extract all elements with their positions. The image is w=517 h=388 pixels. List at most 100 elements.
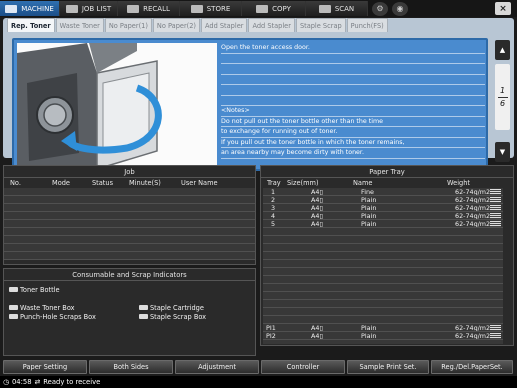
consumables-panel: Consumable and Scrap Indicators Toner Bo… (3, 268, 256, 356)
status-bar: ◷ 04:58 ⇄ Ready to receive (0, 376, 517, 388)
scan-icon (318, 4, 331, 13)
status-message: Ready to receive (43, 378, 101, 386)
guidance-note-heading: <Notes> (221, 106, 485, 117)
status-time: 04:58 (11, 378, 32, 386)
mode-label: RECALL (143, 4, 170, 13)
close-button[interactable]: × (495, 2, 511, 15)
mode-label: JOB LIST (81, 4, 112, 13)
toner-bottle-icon (9, 287, 18, 292)
tab-no-paper-1[interactable]: No Paper(1) (104, 18, 152, 32)
tray-row-empty (263, 300, 503, 308)
page-indicator: 1 6 (495, 64, 510, 130)
guidance-line: to exchange for running out of toner. (221, 127, 485, 138)
bottom-toolbar: Paper Setting Both Sides Adjustment Cont… (0, 360, 517, 374)
tray-row-empty (263, 252, 503, 260)
guidance-text: Open the toner access door. <Notes> Do n… (221, 43, 485, 169)
paper-level-gauge (490, 213, 501, 219)
tray-row-empty (263, 292, 503, 300)
tray-row-1[interactable]: 1 A4▯ Fine 62-74g/m2 (263, 188, 503, 196)
both-sides-button[interactable]: Both Sides (89, 360, 173, 374)
tray-row-2[interactable]: 2 A4▯ Plain 62-74g/m2 (263, 196, 503, 204)
waste-toner-item: Waste Toner Box (9, 303, 139, 312)
scroll-down-button[interactable]: ▼ (495, 142, 510, 162)
tab-rep-toner[interactable]: Rep. Toner (7, 18, 55, 32)
job-row (4, 236, 255, 244)
tray-row-empty (263, 316, 503, 324)
reg-del-paper-set-button[interactable]: Reg./Del.PaperSet. (431, 360, 513, 374)
tab-add-stapler-1[interactable]: Add Stapler (201, 18, 248, 32)
consumables-col-left: Waste Toner Box Punch-Hole Scraps Box (9, 303, 139, 321)
paper-level-gauge (490, 189, 501, 195)
guidance-line (221, 54, 485, 64)
waste-toner-label: Waste Toner Box (20, 303, 75, 312)
tray-size: A4▯ (311, 204, 323, 211)
toner-bottle-item: Toner Bottle (9, 285, 250, 294)
guidance-pager: ▲ 1 6 ▼ (495, 40, 510, 170)
job-row (4, 228, 255, 236)
mode-scan[interactable]: SCAN (306, 1, 368, 16)
consumables-title: Consumable and Scrap Indicators (4, 269, 255, 281)
job-list[interactable] (4, 188, 255, 260)
paper-tray-header: Tray Size(mm) Name Weight (261, 178, 513, 188)
tray-size: A4▯ (311, 196, 323, 203)
mode-machine[interactable]: MACHINE (0, 1, 60, 16)
tray-row-pi2[interactable]: PI2 A4▯ Plain 62-74g/m2 (263, 332, 503, 340)
guidance-line (221, 85, 485, 96)
tab-add-stapler-2[interactable]: Add Stapler (248, 18, 295, 32)
machine-icon (5, 4, 18, 13)
job-col-mode: Mode (52, 179, 70, 187)
network-icon: ⇄ (34, 378, 41, 386)
tab-waste-toner[interactable]: Waste Toner (55, 18, 104, 32)
paper-level-gauge (490, 325, 501, 331)
tray-col-weight: Weight (447, 179, 470, 187)
tray-id: 1 (271, 188, 276, 195)
store-icon (190, 4, 203, 13)
punch-scraps-icon (9, 314, 18, 319)
staple-scrap-item: Staple Scrap Box (139, 312, 206, 321)
scroll-up-button[interactable]: ▲ (495, 40, 510, 60)
paper-setting-button[interactable]: Paper Setting (3, 360, 87, 374)
job-row (4, 212, 255, 220)
machine-screen: MACHINE JOB LIST RECALL STORE COPY SCAN … (0, 0, 517, 388)
adjustment-button[interactable]: Adjustment (175, 360, 259, 374)
sample-print-set-button[interactable]: Sample Print Set. (347, 360, 429, 374)
tray-row-5[interactable]: 5 A4▯ Plain 62-74g/m2 (263, 220, 503, 228)
mode-store[interactable]: STORE (180, 1, 242, 16)
settings-icon[interactable]: ⚙ (372, 1, 388, 16)
tray-row-empty (263, 236, 503, 244)
staple-scrap-icon (139, 314, 148, 319)
guidance-line (221, 64, 485, 75)
paper-tray-list[interactable]: 1 A4▯ Fine 62-74g/m2 2 A4▯ Plain 62-74g/… (263, 188, 503, 344)
mode-bar: MACHINE JOB LIST RECALL STORE COPY SCAN … (0, 0, 517, 17)
mode-job-list[interactable]: JOB LIST (60, 1, 118, 16)
mode-label: SCAN (334, 4, 355, 13)
job-row (4, 220, 255, 228)
tab-punch-fs[interactable]: Punch(FS) (346, 18, 388, 32)
copy-icon (256, 4, 269, 13)
guidance-line (221, 96, 485, 106)
consumables-grid: Waste Toner Box Punch-Hole Scraps Box St… (9, 303, 250, 321)
mode-label: COPY (272, 4, 291, 13)
tray-size: A4▯ (311, 332, 323, 339)
guidance-line: Do not pull out the toner bottle other t… (221, 117, 485, 127)
paper-level-gauge (490, 197, 501, 203)
tray-row-pi1[interactable]: PI1 A4▯ Plain 62-74g/m2 (263, 324, 503, 332)
tray-row-empty (263, 308, 503, 316)
job-header: No. Mode Status Minute(S) User Name (4, 178, 255, 188)
mode-copy[interactable]: COPY (242, 1, 306, 16)
paper-tray-title: Paper Tray (261, 166, 513, 178)
tray-size: A4▯ (311, 188, 323, 195)
tray-id: PI1 (266, 324, 276, 331)
tray-row-3[interactable]: 3 A4▯ Plain 62-74g/m2 (263, 204, 503, 212)
mode-recall[interactable]: RECALL (118, 1, 180, 16)
help-icon[interactable]: ◉ (392, 1, 408, 16)
tab-staple-scrap[interactable]: Staple Scrap (295, 18, 346, 32)
punch-scraps-label: Punch-Hole Scraps Box (20, 312, 96, 321)
controller-button[interactable]: Controller (261, 360, 345, 374)
consumables-col-right: Staple Cartridge Staple Scrap Box (139, 303, 206, 321)
page-current: 1 (499, 85, 506, 95)
job-col-user: User Name (181, 179, 218, 187)
tray-paper-name: Plain (361, 212, 377, 219)
tray-row-4[interactable]: 4 A4▯ Plain 62-74g/m2 (263, 212, 503, 220)
tab-no-paper-2[interactable]: No Paper(2) (152, 18, 200, 32)
